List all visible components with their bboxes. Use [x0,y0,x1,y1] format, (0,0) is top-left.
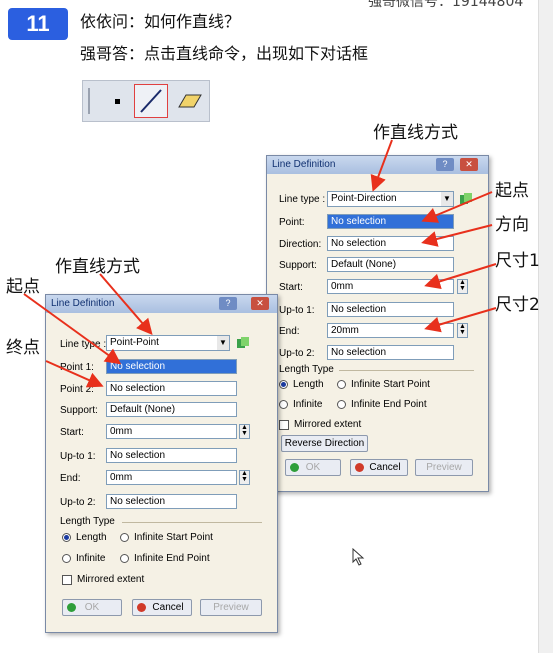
arrow-start-left [23,293,122,365]
arrow-direction-right [421,224,493,247]
mouse-cursor-icon [352,548,365,566]
arrow-method-right [370,139,393,192]
arrow-end-left [45,360,104,388]
annotation-arrows [23,139,497,388]
arrow-method-left [99,273,153,336]
arrow-size1-right [424,263,497,290]
arrow-size2-right [424,307,497,333]
arrow-start-right [421,191,493,223]
